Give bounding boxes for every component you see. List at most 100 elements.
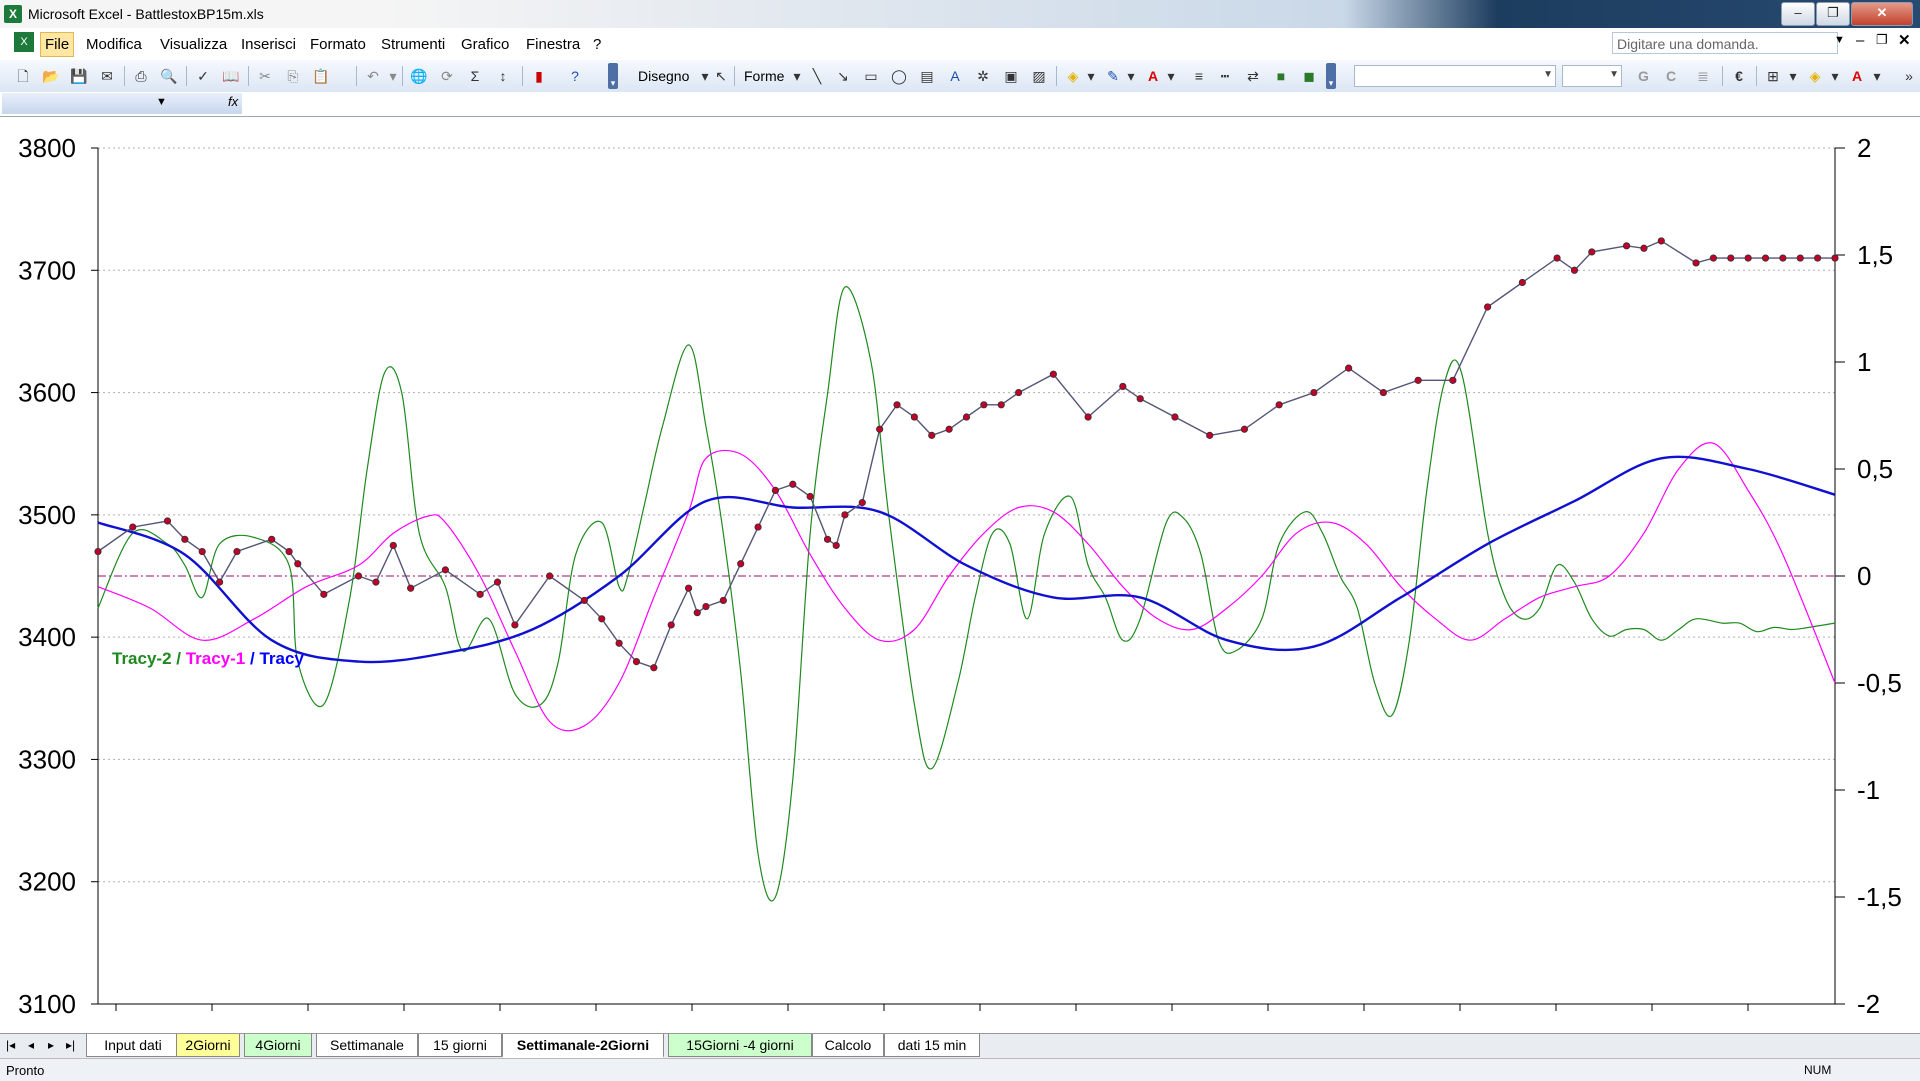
- chevron-down-icon[interactable]: ▾: [1162, 68, 1180, 84]
- select-objects-icon[interactable]: ↖: [712, 68, 730, 84]
- chevron-down-icon[interactable]: ▾: [384, 68, 402, 84]
- autosum-icon[interactable]: Σ: [466, 68, 484, 84]
- chevron-down-icon[interactable]: ▾: [1868, 68, 1886, 84]
- menu-grafico[interactable]: Grafico: [461, 36, 509, 53]
- menu-inserisci[interactable]: Inserisci: [241, 36, 296, 53]
- ask-question-box[interactable]: Digitare una domanda.: [1612, 32, 1838, 54]
- menu-modifica[interactable]: Modifica: [86, 36, 142, 53]
- oval-icon[interactable]: ◯: [890, 68, 908, 84]
- series-price-point: [737, 560, 745, 568]
- doc-minimize-button[interactable]: –: [1856, 32, 1864, 49]
- window-title: Microsoft Excel - BattlestoxBP15m.xls: [28, 6, 264, 22]
- save-icon[interactable]: 💾: [70, 68, 88, 84]
- menu-formato[interactable]: Formato: [310, 36, 366, 53]
- close-button[interactable]: ✕: [1851, 2, 1913, 26]
- series-price-point: [928, 431, 936, 439]
- toolbar-options-grip[interactable]: ▾: [1326, 63, 1336, 89]
- help-icon[interactable]: ?: [566, 68, 584, 84]
- shapes-menu[interactable]: Forme: [744, 68, 784, 84]
- tab-4giorni[interactable]: 4Giorni: [244, 1034, 312, 1057]
- permission-icon[interactable]: ✉: [98, 68, 116, 84]
- new-icon[interactable]: 🗋: [14, 68, 32, 84]
- insert-function-icon[interactable]: fx: [228, 94, 238, 109]
- bold-button[interactable]: G: [1638, 68, 1649, 84]
- last-sheet-icon[interactable]: ▸|: [66, 1038, 75, 1052]
- copy-icon[interactable]: ⎘: [284, 68, 302, 84]
- open-icon[interactable]: 📂: [42, 68, 60, 84]
- tab-15giorni-4giorni[interactable]: 15Giorni -4 giorni: [668, 1034, 812, 1057]
- chevron-down-icon[interactable]: ▾: [788, 68, 806, 84]
- name-box[interactable]: ▼ fx: [2, 93, 242, 114]
- hyperlink-icon[interactable]: 🌐: [410, 68, 428, 84]
- series-tracy-2-line: [97, 286, 1836, 902]
- font-size-combo[interactable]: ▼: [1562, 65, 1622, 87]
- menu-finestra[interactable]: Finestra: [526, 36, 580, 53]
- textbox-icon[interactable]: ▤: [918, 68, 936, 84]
- italic-button[interactable]: C: [1666, 68, 1676, 84]
- chevron-down-icon[interactable]: ▼: [156, 96, 167, 108]
- toolbar-overflow-icon[interactable]: »: [1900, 68, 1918, 84]
- tab-settimanale[interactable]: Settimanale: [316, 1034, 418, 1057]
- print-icon[interactable]: ⎙: [132, 68, 150, 84]
- spelling-icon[interactable]: ✓: [194, 68, 212, 84]
- sort-icon[interactable]: ↕: [494, 68, 512, 84]
- menu-file[interactable]: File: [40, 32, 75, 57]
- minimize-button[interactable]: –: [1781, 2, 1815, 26]
- cell-fill-icon[interactable]: ◈: [1806, 68, 1824, 84]
- dash-style-icon[interactable]: ┅: [1216, 68, 1234, 84]
- tab-dati-15-min[interactable]: dati 15 min: [884, 1034, 980, 1057]
- draw-menu[interactable]: Disegno: [638, 68, 689, 84]
- line-style-icon[interactable]: ≡: [1190, 68, 1208, 84]
- cut-icon[interactable]: ✂: [256, 68, 274, 84]
- wordart-icon[interactable]: A: [946, 68, 964, 84]
- tab-input-dati[interactable]: Input dati: [86, 1034, 180, 1057]
- shadow-style-icon[interactable]: ■: [1272, 68, 1290, 84]
- rectangle-icon[interactable]: ▭: [862, 68, 880, 84]
- borders-icon[interactable]: ⊞: [1764, 68, 1782, 84]
- prev-sheet-icon[interactable]: ◂: [28, 1038, 34, 1052]
- font-name-combo[interactable]: ▼: [1354, 65, 1556, 87]
- next-sheet-icon[interactable]: ▸: [48, 1038, 54, 1052]
- chart-area[interactable]: 3100 3200 3300 3400 3500 3600 3700 3800 -2 -1,5 -1…: [0, 117, 1920, 1031]
- clipart-icon[interactable]: ▣: [1002, 68, 1020, 84]
- series-price-point: [771, 486, 780, 494]
- tab-15-giorni[interactable]: 15 giorni: [418, 1034, 502, 1057]
- undo-icon[interactable]: ↶: [364, 68, 382, 84]
- align-center-icon[interactable]: ≣: [1694, 68, 1712, 84]
- series-price-point: [858, 499, 866, 507]
- tab-calcolo[interactable]: Calcolo: [812, 1034, 884, 1057]
- cell-font-color-icon[interactable]: A: [1848, 68, 1866, 84]
- font-color-icon[interactable]: A: [1144, 68, 1162, 84]
- menu-visualizza[interactable]: Visualizza: [160, 36, 227, 53]
- 3d-style-icon[interactable]: ◼: [1300, 68, 1318, 84]
- print-preview-icon[interactable]: 🔍: [160, 68, 178, 84]
- series-price-point: [493, 578, 502, 586]
- tab-settimanale-2giorni[interactable]: Settimanale-2Giorni: [502, 1034, 664, 1058]
- chevron-down-icon[interactable]: ▾: [1826, 68, 1844, 84]
- maximize-button[interactable]: ❐: [1816, 2, 1850, 26]
- chevron-down-icon[interactable]: ▼: [1834, 34, 1845, 46]
- doc-close-button[interactable]: ✕: [1898, 31, 1911, 49]
- chevron-down-icon[interactable]: ▾: [1784, 68, 1802, 84]
- arrow-style-icon[interactable]: ⇄: [1244, 68, 1262, 84]
- toolbar-options-grip[interactable]: ▾: [608, 63, 618, 89]
- arrow-icon[interactable]: ↘: [834, 68, 852, 84]
- currency-icon[interactable]: €: [1730, 68, 1748, 84]
- research-icon[interactable]: 📖: [222, 68, 240, 84]
- picture-icon[interactable]: ▨: [1030, 68, 1048, 84]
- paste-icon[interactable]: 📋: [312, 68, 330, 84]
- menu-strumenti[interactable]: Strumenti: [381, 36, 445, 53]
- refresh-icon[interactable]: ⟳: [438, 68, 456, 84]
- diagram-icon[interactable]: ✲: [974, 68, 992, 84]
- chevron-down-icon[interactable]: ▾: [1122, 68, 1140, 84]
- tab-2giorni[interactable]: 2Giorni: [176, 1034, 240, 1057]
- chevron-down-icon[interactable]: ▾: [1082, 68, 1100, 84]
- workbook-icon[interactable]: X: [14, 32, 34, 52]
- chart-wizard-icon[interactable]: ▮: [530, 68, 548, 84]
- line-icon[interactable]: ╲: [808, 68, 826, 84]
- fill-color-icon[interactable]: ◈: [1064, 68, 1082, 84]
- first-sheet-icon[interactable]: |◂: [6, 1038, 15, 1052]
- doc-restore-button[interactable]: ❐: [1876, 32, 1888, 48]
- menu-help[interactable]: ?: [593, 36, 601, 53]
- line-color-icon[interactable]: ✎: [1104, 68, 1122, 84]
